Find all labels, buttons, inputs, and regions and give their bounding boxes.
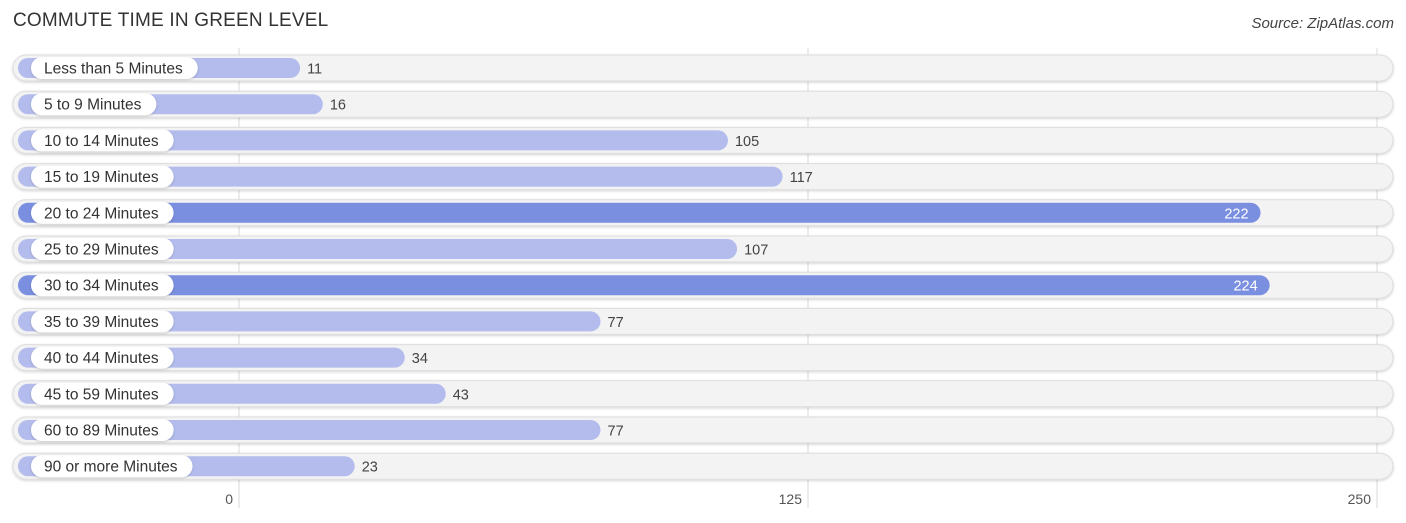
category-label: 40 to 44 Minutes <box>44 350 159 367</box>
bar-row: 90 or more Minutes 23 <box>12 452 1394 480</box>
value-label: 117 <box>790 170 813 186</box>
category-label: 15 to 19 Minutes <box>44 169 159 186</box>
value-label: 107 <box>744 243 768 259</box>
value-label: 43 <box>453 387 469 403</box>
bar-row: 20 to 24 Minutes 222 <box>12 199 1394 227</box>
bar-row: Less than 5 Minutes 11 <box>12 54 1394 82</box>
category-label: 35 to 39 Minutes <box>44 314 159 331</box>
value-label: 224 <box>1233 279 1257 295</box>
category-label: 45 to 59 Minutes <box>44 386 159 403</box>
category-label: 90 or more Minutes <box>44 459 178 476</box>
value-label: 77 <box>608 424 624 440</box>
value-label: 11 <box>307 62 322 78</box>
value-label: 16 <box>330 98 346 114</box>
bar <box>18 202 1261 223</box>
bar-row: 45 to 59 Minutes 43 <box>12 380 1394 408</box>
bar-row: 40 to 44 Minutes 34 <box>12 344 1394 372</box>
category-label: 5 to 9 Minutes <box>44 97 142 114</box>
value-label: 23 <box>362 460 378 476</box>
x-tick-label: 250 <box>1348 491 1372 507</box>
value-label: 105 <box>735 134 759 150</box>
bar-row: 35 to 39 Minutes 77 <box>12 307 1394 335</box>
bar <box>18 275 1270 296</box>
bar-row: 60 to 89 Minutes 77 <box>12 416 1394 444</box>
bar-row: 30 to 34 Minutes 224 <box>12 271 1394 299</box>
bar-chart: Less than 5 Minutes 11 5 to 9 Minutes 16 10 … <box>12 48 1394 508</box>
value-label: 222 <box>1224 206 1248 222</box>
category-label: 30 to 34 Minutes <box>44 278 159 295</box>
bar-row: 5 to 9 Minutes 16 <box>12 90 1394 118</box>
value-label: 34 <box>412 351 428 367</box>
category-label: 25 to 29 Minutes <box>44 242 159 259</box>
bar-row: 10 to 14 Minutes 105 <box>12 126 1394 154</box>
category-label: 20 to 24 Minutes <box>44 205 159 222</box>
x-tick-label: 125 <box>779 491 803 507</box>
value-label: 77 <box>608 315 624 331</box>
category-label: Less than 5 Minutes <box>44 61 183 78</box>
bar-row: 15 to 19 Minutes 117 <box>12 163 1394 191</box>
category-label: 60 to 89 Minutes <box>44 423 159 440</box>
category-label: 10 to 14 Minutes <box>44 133 159 150</box>
x-tick-label: 0 <box>225 491 233 507</box>
bar-row: 25 to 29 Minutes 107 <box>12 235 1394 263</box>
